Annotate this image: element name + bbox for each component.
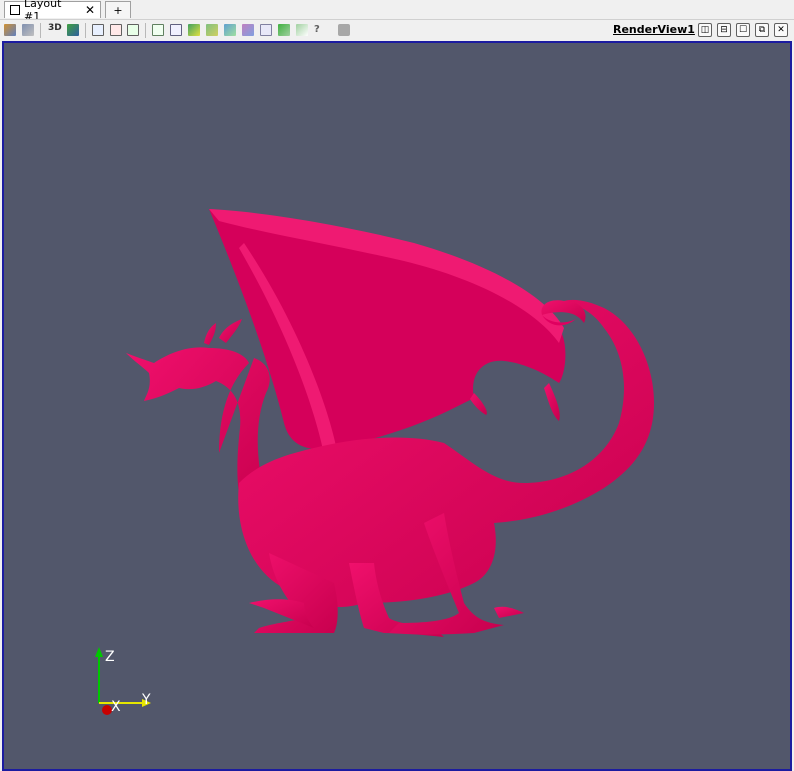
split-vertical-button[interactable]: ⊟: [717, 23, 731, 37]
render-scene: Z Y X: [95, 209, 654, 715]
capture-screenshot-icon[interactable]: [67, 24, 79, 36]
maximize-button[interactable]: ☐: [736, 23, 750, 37]
y-axis-label: Y: [141, 692, 151, 708]
select-polygon-icon[interactable]: [260, 24, 272, 36]
hover-cells-icon[interactable]: [296, 24, 308, 36]
select-frustum-points-icon[interactable]: [206, 24, 218, 36]
tab-bar: Layout #1 ✕ +: [0, 0, 794, 23]
tab-layout-1[interactable]: Layout #1 ✕: [4, 0, 101, 23]
orientation-axes: Z Y X: [95, 647, 151, 715]
dragon-model: [126, 209, 654, 637]
select-points-icon[interactable]: [170, 24, 182, 36]
render-view-canvas[interactable]: Z Y X: [2, 41, 792, 771]
z-axis-arrow: [95, 647, 103, 657]
select-cells-icon[interactable]: [152, 24, 164, 36]
toolbar-separator: [145, 23, 146, 38]
close-tab-icon[interactable]: ✕: [85, 4, 95, 16]
clear-selection-icon[interactable]: [338, 24, 350, 36]
add-tab-label: +: [113, 3, 123, 17]
x-axis-label: X: [111, 699, 121, 715]
select-frustum-cells-icon[interactable]: [188, 24, 200, 36]
close-view-button[interactable]: ✕: [774, 23, 788, 37]
select-block-icon[interactable]: [224, 24, 236, 36]
split-horizontal-button[interactable]: ◫: [698, 23, 712, 37]
hover-points-icon[interactable]: [278, 24, 290, 36]
render-view-name[interactable]: RenderView1: [613, 23, 695, 36]
float-button[interactable]: ⧉: [755, 23, 769, 37]
z-axis-label: Z: [105, 649, 115, 665]
toolbar-separator: [85, 23, 86, 38]
toggle-3d-button[interactable]: 3D: [48, 23, 62, 33]
view-y-plus-icon[interactable]: [127, 24, 139, 36]
view-x-plus-icon[interactable]: [92, 24, 104, 36]
zoom-to-data-icon[interactable]: [22, 24, 34, 36]
toolbar-separator: [40, 23, 41, 38]
interactive-select-icon[interactable]: [242, 24, 254, 36]
view-toolbar: 3D ? RenderView1 ◫ ⊟ ☐ ⧉ ✕: [0, 19, 794, 41]
help-icon[interactable]: ?: [314, 24, 326, 36]
reset-camera-icon[interactable]: [4, 24, 16, 36]
view-x-minus-icon[interactable]: [110, 24, 122, 36]
add-tab-button[interactable]: +: [105, 1, 131, 18]
layout-icon: [10, 5, 20, 15]
